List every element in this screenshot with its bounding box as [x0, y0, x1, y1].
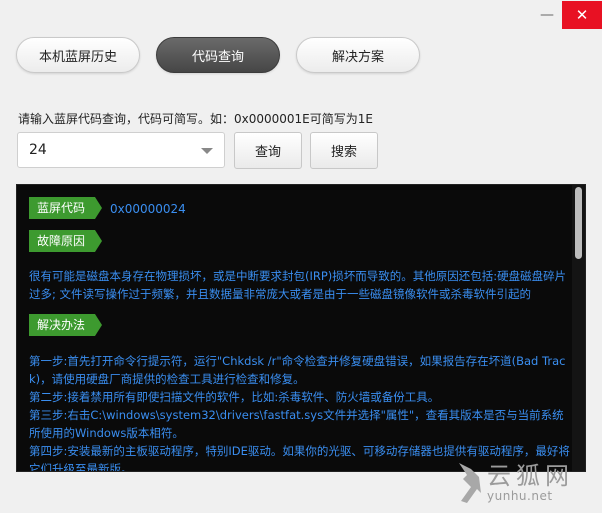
watermark-title: 云狐网 — [487, 462, 574, 490]
minimize-button[interactable]: — — [533, 1, 561, 29]
cause-text: 很有可能是磁盘本身存在物理损坏，或是中断要求封包(IRP)损坏而导致的。其他原因… — [29, 269, 567, 301]
cause-tag: 故障原因 — [29, 230, 103, 252]
tab-code-query[interactable]: 代码查询 — [156, 37, 280, 73]
fox-logo-icon — [459, 463, 481, 503]
watermark: 云狐网 yunhu.net — [453, 455, 598, 510]
solution-tag: 解决办法 — [29, 314, 103, 336]
code-select[interactable]: 24 — [17, 132, 225, 168]
result-panel: 蓝屏代码 0x00000024 故障原因 很有可能是磁盘本身存在物理损坏，或是中… — [16, 184, 586, 472]
query-hint: 请输入蓝屏代码查询，代码可简写。如：0x0000001E可简写为1E — [18, 112, 373, 126]
solution-step: 第一步:首先打开命令行提示符，运行"Chkdsk /r"命令检查并修复硬盘错误，… — [29, 354, 566, 386]
tab-solutions[interactable]: 解决方案 — [296, 37, 420, 73]
tab-history[interactable]: 本机蓝屏历史 — [16, 37, 140, 73]
scrollbar[interactable] — [572, 185, 585, 471]
chevron-down-icon[interactable] — [201, 148, 213, 154]
code-select-value: 24 — [29, 142, 47, 158]
watermark-subtitle: yunhu.net — [487, 489, 553, 503]
query-button[interactable]: 查询 — [234, 132, 302, 169]
scrollbar-thumb[interactable] — [575, 187, 582, 259]
title-bar: — ✕ — [0, 0, 602, 34]
solution-step: 第二步:接着禁用所有即使扫描文件的软件，比如:杀毒软件、防火墙或备份工具。 — [29, 390, 440, 404]
solution-step: 第三步:右击C:\windows\system32\drivers\fastfa… — [29, 408, 564, 440]
code-tag: 蓝屏代码 — [29, 197, 103, 219]
search-button[interactable]: 搜索 — [310, 132, 378, 169]
code-value: 0x00000024 — [110, 202, 186, 216]
close-button[interactable]: ✕ — [562, 1, 602, 29]
solution-text: 第一步:首先打开命令行提示符，运行"Chkdsk /r"命令检查并修复硬盘错误，… — [29, 352, 574, 471]
